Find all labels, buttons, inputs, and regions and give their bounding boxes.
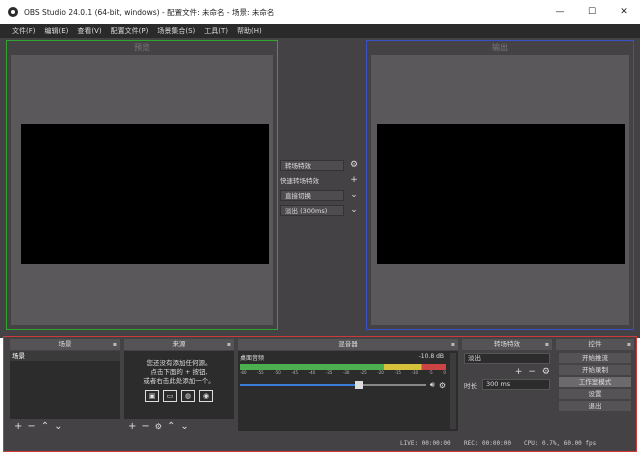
meter-tick: -10 <box>411 370 419 375</box>
desktop-audio-track: 桌面音频 -10.8 dB -60 -55 -50 -45 -40 -35 -3… <box>240 353 446 390</box>
sources-list[interactable]: 您还没有添加任何源。 点击下面的 + 按钮, 或者右击此处添加一个。 ▣ ▭ ◍… <box>124 351 234 419</box>
menu-bar: 文件(F) 编辑(E) 查看(V) 配置文件(P) 场景集合(S) 工具(T) … <box>0 24 640 38</box>
meter-tick: -60 <box>240 370 247 375</box>
settings-button[interactable]: 设置 <box>559 389 631 399</box>
menu-file[interactable]: 文件(F) <box>12 26 36 36</box>
scenes-dock-title: 场景 <box>10 339 120 350</box>
program-label: 输出 <box>492 43 508 52</box>
meter-tick: -45 <box>291 370 299 375</box>
obs-logo-icon <box>8 7 18 17</box>
studio-mode-button[interactable]: 工作室模式 <box>559 377 631 387</box>
add-icon[interactable]: + <box>515 367 523 377</box>
mixer-dock-title: 混音器 <box>238 339 458 350</box>
scenes-list[interactable]: 场景 <box>10 351 120 419</box>
mixer-scrollbar[interactable] <box>450 353 456 429</box>
meter-tick: -35 <box>325 370 333 375</box>
list-item[interactable]: 场景 <box>10 351 120 361</box>
empty-hint-line: 点击下面的 + 按钮, <box>150 368 208 376</box>
menu-view[interactable]: 查看(V) <box>77 26 101 36</box>
add-icon[interactable]: + <box>14 421 22 432</box>
cut-button[interactable]: 直接切换 <box>280 189 344 201</box>
gear-icon[interactable]: ⚙ <box>439 381 446 390</box>
minimize-button[interactable]: — <box>544 0 576 24</box>
program-screen <box>377 124 625 264</box>
gear-icon[interactable]: ⚙ <box>542 367 550 377</box>
empty-hint-line: 或者右击此处添加一个。 <box>143 377 215 385</box>
meter-tick: -20 <box>377 370 384 375</box>
move-down-icon[interactable]: ⌄ <box>54 421 62 432</box>
preview-label: 预览 <box>134 43 150 52</box>
transition-button[interactable]: 转场特效 <box>280 159 344 171</box>
rec-status: REC: 00:00:00 <box>464 440 511 447</box>
remove-icon[interactable]: − <box>141 421 149 432</box>
globe-icon: ◍ <box>181 390 195 402</box>
menu-scene-collection[interactable]: 场景集合(S) <box>157 26 195 36</box>
transition-select[interactable]: 淡出 <box>464 353 550 364</box>
volume-slider[interactable] <box>240 381 426 389</box>
window-title: OBS Studio 24.0.1 (64-bit, windows) - 配置… <box>24 7 275 17</box>
status-bar: LIVE: 00:00:00 REC: 00:00:00 CPU: 0.7%, … <box>4 439 636 449</box>
title-bar: OBS Studio 24.0.1 (64-bit, windows) - 配置… <box>0 0 640 24</box>
empty-hint-line: 您还没有添加任何源。 <box>146 359 212 367</box>
monitor-icon: ▭ <box>163 390 177 402</box>
image-icon: ▣ <box>145 390 159 402</box>
add-icon[interactable]: + <box>348 175 360 185</box>
camera-icon: ◉ <box>199 390 213 402</box>
remove-icon[interactable]: − <box>27 421 35 432</box>
gear-icon[interactable]: ⚙ <box>348 160 360 170</box>
remove-icon[interactable]: − <box>528 367 536 377</box>
quick-transitions-label: 快速转场特效 <box>280 177 319 185</box>
maximize-button[interactable]: ☐ <box>576 0 608 24</box>
start-recording-button[interactable]: 开始录制 <box>559 365 631 375</box>
dock-area: 场景 场景 + − ⌃ ⌄ 来源 您还没有添加任何源。 点击下面的 + 按钮, … <box>3 336 637 452</box>
meter-tick: -40 <box>308 370 316 375</box>
preview-canvas[interactable] <box>11 55 273 325</box>
move-down-icon[interactable]: ⌄ <box>180 421 188 432</box>
controls-dock: 控件 开始推流 开始录制 工作室模式 设置 退出 <box>556 339 634 433</box>
program-pane[interactable]: 输出 <box>366 40 634 330</box>
menu-tools[interactable]: 工具(T) <box>204 26 228 36</box>
track-name: 桌面音频 <box>240 355 265 362</box>
add-icon[interactable]: + <box>128 421 136 432</box>
sources-dock: 来源 您还没有添加任何源。 点击下面的 + 按钮, 或者右击此处添加一个。 ▣ … <box>124 339 234 433</box>
fade-button[interactable]: 淡出 (300ms) <box>280 204 344 216</box>
meter-tick: -30 <box>342 370 350 375</box>
controls-dock-title: 控件 <box>556 339 634 350</box>
scenes-dock: 场景 场景 + − ⌃ ⌄ <box>10 339 120 433</box>
meter-tick: 0 <box>443 370 446 375</box>
transitions-dock: 转场特效 淡出 + − ⚙ 时长 300 ms <box>462 339 552 433</box>
mixer-panel: 桌面音频 -10.8 dB -60 -55 -50 -45 -40 -35 -3… <box>238 351 458 431</box>
move-up-icon[interactable]: ⌃ <box>41 421 49 432</box>
live-status: LIVE: 00:00:00 <box>400 440 451 447</box>
gear-icon[interactable]: ⚙ <box>155 422 162 432</box>
menu-edit[interactable]: 编辑(E) <box>45 26 69 36</box>
transition-controls: 转场特效 ⚙ 快速转场特效 + 直接切换 ⌄ 淡出 (300ms) ⌄ <box>280 158 362 218</box>
program-canvas <box>371 55 629 325</box>
chevron-down-icon[interactable]: ⌄ <box>348 205 360 215</box>
start-streaming-button[interactable]: 开始推流 <box>559 353 631 363</box>
duration-label: 时长 <box>464 381 477 390</box>
menu-profile[interactable]: 配置文件(P) <box>111 26 149 36</box>
move-up-icon[interactable]: ⌃ <box>167 421 175 432</box>
cpu-status: CPU: 0.7%, 60.00 fps <box>524 440 597 447</box>
speaker-icon[interactable]: 🔊︎ <box>430 380 435 390</box>
transitions-dock-title: 转场特效 <box>462 339 552 350</box>
meter-tick: -5 <box>428 370 433 375</box>
sources-dock-title: 来源 <box>124 339 234 350</box>
preview-pane[interactable]: 预览 <box>6 40 278 330</box>
exit-button[interactable]: 退出 <box>559 401 631 411</box>
studio-workspace: 预览 转场特效 ⚙ 快速转场特效 + 直接切换 ⌄ 淡出 (300ms) ⌄ 输… <box>0 38 640 338</box>
close-button[interactable]: ✕ <box>608 0 640 24</box>
meter-tick: -25 <box>360 370 367 375</box>
volume-slider-handle[interactable] <box>355 381 364 389</box>
meter-tick: -55 <box>257 370 264 375</box>
track-db: -10.8 dB <box>418 353 444 360</box>
menu-help[interactable]: 帮助(H) <box>237 26 262 36</box>
duration-input[interactable]: 300 ms <box>482 379 550 390</box>
meter-tick: -15 <box>394 370 401 375</box>
meter-tick: -50 <box>274 370 281 375</box>
mixer-dock: 混音器 桌面音频 -10.8 dB -60 -55 -50 -45 -40 -3… <box>238 339 458 433</box>
chevron-down-icon[interactable]: ⌄ <box>348 190 360 200</box>
preview-screen <box>21 124 269 264</box>
